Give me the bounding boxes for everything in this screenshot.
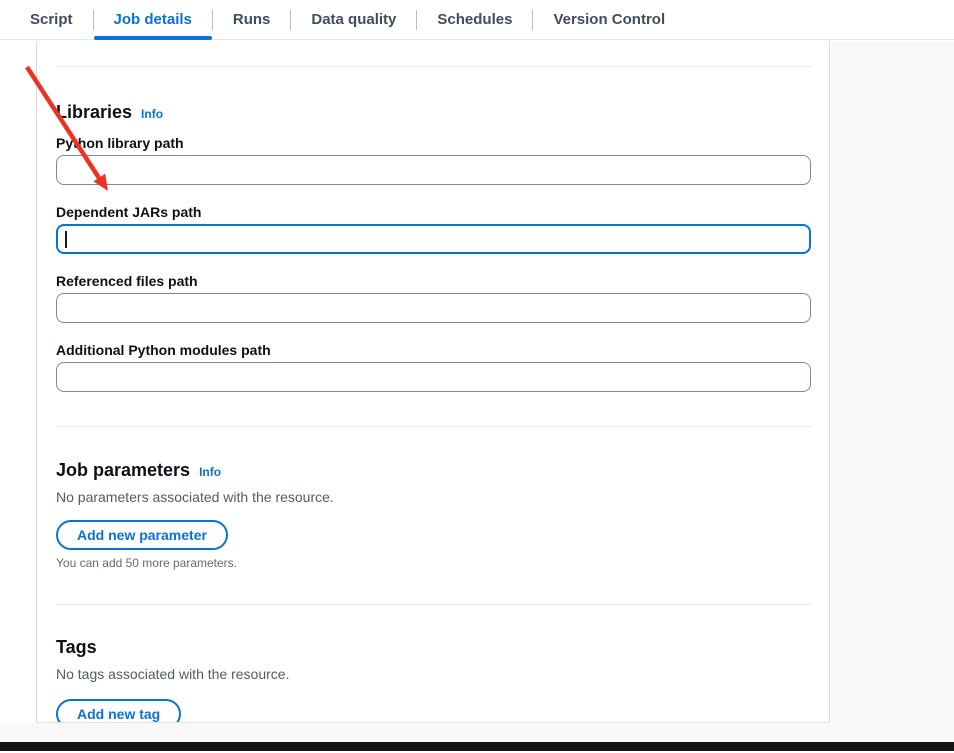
bottom-strip bbox=[0, 723, 954, 742]
window-bottom-bar bbox=[0, 742, 954, 751]
python-library-path-input[interactable] bbox=[56, 155, 811, 185]
tab-data-quality[interactable]: Data quality bbox=[291, 0, 416, 39]
tab-label: Data quality bbox=[311, 11, 396, 28]
python-library-path-label: Python library path bbox=[56, 133, 811, 153]
section-divider bbox=[56, 426, 811, 427]
job-parameters-empty-text: No parameters associated with the resour… bbox=[56, 487, 811, 507]
libraries-fields: Python library path Dependent JARs path … bbox=[56, 133, 811, 392]
tab-label: Runs bbox=[233, 11, 271, 28]
field-referenced-files-path: Referenced files path bbox=[56, 271, 811, 323]
section-divider bbox=[56, 66, 811, 67]
additional-python-modules-path-input[interactable] bbox=[56, 362, 811, 392]
tab-script[interactable]: Script bbox=[30, 0, 93, 39]
field-dependent-jars-path: Dependent JARs path bbox=[56, 202, 811, 254]
tags-empty-text: No tags associated with the resource. bbox=[56, 664, 811, 684]
tags-heading: Tags bbox=[56, 636, 97, 658]
job-parameters-info-link[interactable]: Info bbox=[199, 461, 221, 483]
tab-label: Version Control bbox=[553, 11, 665, 28]
dependent-jars-path-label: Dependent JARs path bbox=[56, 202, 811, 222]
additional-python-modules-path-label: Additional Python modules path bbox=[56, 340, 811, 360]
job-parameters-heading: Job parameters bbox=[56, 459, 190, 481]
section-divider bbox=[56, 604, 811, 605]
referenced-files-path-label: Referenced files path bbox=[56, 271, 811, 291]
dependent-jars-path-input[interactable] bbox=[56, 224, 811, 254]
libraries-info-link[interactable]: Info bbox=[141, 103, 163, 125]
tab-label: Schedules bbox=[437, 11, 512, 28]
tab-bar: Script Job details Runs Data quality Sch… bbox=[0, 0, 954, 40]
libraries-heading: Libraries bbox=[56, 101, 132, 123]
field-additional-python-modules-path: Additional Python modules path bbox=[56, 340, 811, 392]
job-details-panel: Libraries Info Python library path Depen… bbox=[36, 41, 830, 723]
job-parameters-hint: You can add 50 more parameters. bbox=[56, 555, 811, 571]
text-cursor bbox=[65, 231, 67, 248]
add-new-tag-button[interactable]: Add new tag bbox=[56, 699, 181, 723]
field-python-library-path: Python library path bbox=[56, 133, 811, 185]
add-new-parameter-button[interactable]: Add new parameter bbox=[56, 520, 228, 550]
referenced-files-path-input[interactable] bbox=[56, 293, 811, 323]
tab-runs[interactable]: Runs bbox=[213, 0, 291, 39]
tab-label: Job details bbox=[114, 11, 192, 28]
right-gutter bbox=[831, 41, 954, 742]
tab-label: Script bbox=[30, 11, 73, 28]
tab-schedules[interactable]: Schedules bbox=[417, 0, 532, 39]
tab-version-control[interactable]: Version Control bbox=[533, 0, 685, 39]
tab-job-details[interactable]: Job details bbox=[94, 0, 212, 39]
